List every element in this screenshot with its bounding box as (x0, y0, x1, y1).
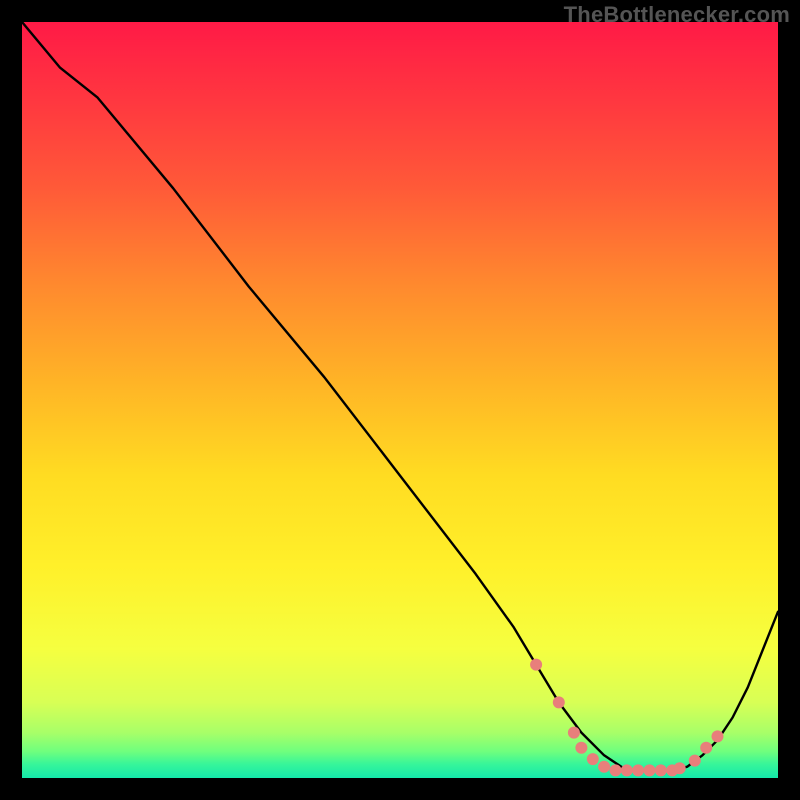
marker-dot (530, 659, 542, 671)
marker-dot (568, 727, 580, 739)
marker-dot (575, 742, 587, 754)
marker-dot (700, 742, 712, 754)
marker-dot (712, 730, 724, 742)
marker-dot (655, 764, 667, 776)
marker-dot (674, 762, 686, 774)
marker-dot (632, 764, 644, 776)
marker-dot (644, 764, 656, 776)
gradient-background (22, 22, 778, 778)
marker-dot (587, 753, 599, 765)
marker-dot (689, 755, 701, 767)
marker-dot (621, 764, 633, 776)
bottleneck-chart (22, 22, 778, 778)
marker-dot (598, 761, 610, 773)
marker-dot (610, 764, 622, 776)
chart-stage: TheBottlenecker.com (0, 0, 800, 800)
marker-dot (553, 696, 565, 708)
